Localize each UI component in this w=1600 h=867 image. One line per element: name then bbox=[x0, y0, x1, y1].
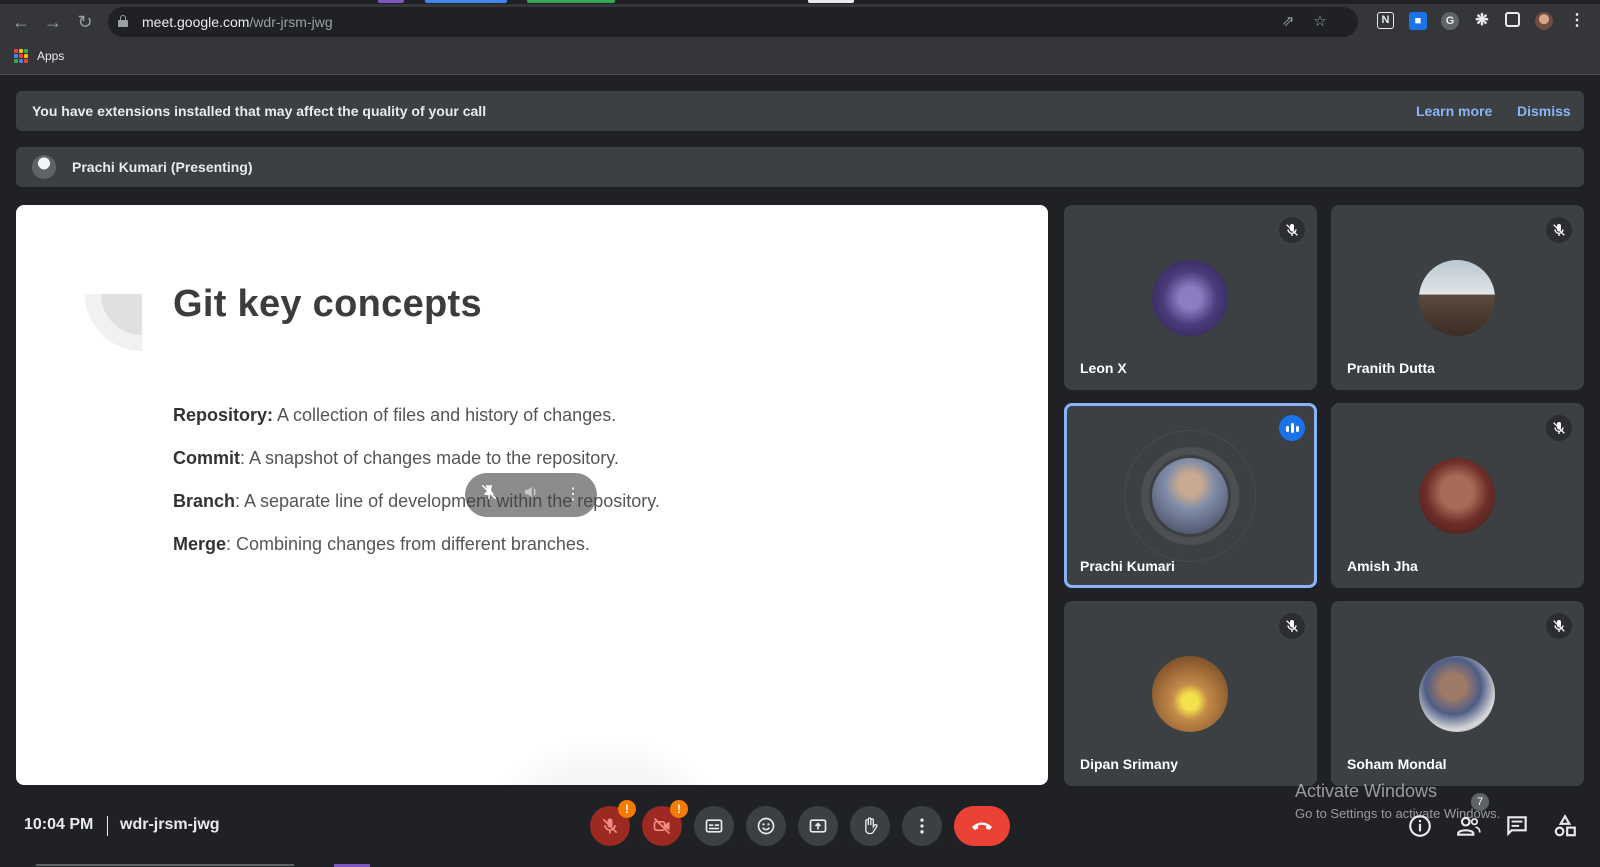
meeting-clock: 10:04 PM bbox=[24, 816, 94, 833]
raise-hand-button[interactable] bbox=[850, 806, 890, 846]
mic-off-icon bbox=[1546, 613, 1572, 639]
lock-icon[interactable] bbox=[118, 15, 128, 27]
slide-bullet: Merge: Combining changes from different … bbox=[173, 534, 590, 554]
watermark-title: Activate Windows bbox=[1295, 781, 1438, 801]
avatar bbox=[1419, 260, 1495, 336]
footer-divider bbox=[107, 816, 108, 836]
captions-button[interactable] bbox=[694, 806, 734, 846]
participant-name: Prachi Kumari bbox=[1080, 558, 1175, 574]
reactions-button[interactable] bbox=[746, 806, 786, 846]
apps-grid-icon[interactable] bbox=[14, 49, 28, 63]
avatar bbox=[1419, 656, 1495, 732]
slide-title: Git key concepts bbox=[173, 283, 482, 325]
end-call-button[interactable] bbox=[954, 806, 1010, 846]
tab-indicator[interactable] bbox=[378, 0, 404, 3]
present-screen-button[interactable] bbox=[798, 806, 838, 846]
slide-bullet: Commit: A snapshot of changes made to th… bbox=[173, 448, 619, 468]
participant-tile[interactable]: Leon X bbox=[1064, 205, 1317, 390]
extensions-puzzle-icon[interactable]: ❋ bbox=[1473, 12, 1491, 30]
watermark-subtitle: Go to Settings to activate Windows. bbox=[1295, 806, 1501, 821]
presenter-avatar bbox=[32, 155, 56, 179]
presenting-label: Prachi Kumari (Presenting) bbox=[72, 159, 253, 175]
avatar bbox=[1152, 656, 1228, 732]
participant-tile-active[interactable]: Prachi Kumari bbox=[1064, 403, 1317, 588]
microphone-toggle-button[interactable]: ! bbox=[590, 800, 636, 846]
camera-warning-badge: ! bbox=[670, 800, 688, 818]
avatar bbox=[1152, 458, 1228, 534]
activities-button[interactable] bbox=[1552, 813, 1578, 839]
banner-message: You have extensions installed that may a… bbox=[32, 103, 487, 119]
mic-off-icon bbox=[1546, 415, 1572, 441]
more-options-icon[interactable]: ⋮ bbox=[561, 483, 585, 507]
meeting-code[interactable]: wdr-jrsm-jwg bbox=[120, 816, 220, 834]
tab-strip bbox=[0, 0, 1600, 4]
url-text[interactable]: meet.google.com/wdr-jrsm-jwg bbox=[142, 14, 333, 30]
presentation-overlay-controls: ⋮ bbox=[465, 473, 597, 517]
mic-warning-badge: ! bbox=[618, 800, 636, 818]
shield-extension-icon[interactable]: ■ bbox=[1409, 12, 1427, 30]
forward-icon[interactable]: → bbox=[41, 10, 65, 34]
pin-off-icon[interactable] bbox=[477, 483, 501, 507]
reload-icon[interactable]: ↻ bbox=[73, 10, 97, 34]
participant-tile[interactable]: Pranith Dutta bbox=[1331, 205, 1584, 390]
participant-tile[interactable]: Soham Mondal bbox=[1331, 601, 1584, 786]
profile-avatar[interactable] bbox=[1535, 12, 1553, 30]
learn-more-link[interactable]: Learn more bbox=[1416, 103, 1492, 119]
dismiss-button[interactable]: Dismiss bbox=[1517, 103, 1571, 119]
mic-off-icon bbox=[1279, 613, 1305, 639]
back-icon[interactable]: ← bbox=[9, 10, 33, 34]
grammar-extension-icon[interactable]: G bbox=[1441, 12, 1459, 30]
shared-screen[interactable]: Git key concepts Repository: A collectio… bbox=[16, 205, 1048, 785]
participant-name: Pranith Dutta bbox=[1347, 360, 1435, 376]
tab-indicator[interactable] bbox=[527, 0, 615, 3]
address-bar[interactable]: meet.google.com/wdr-jrsm-jwg ⇗ ☆ bbox=[108, 7, 1358, 37]
avatar bbox=[1152, 260, 1228, 336]
slide-watermark bbox=[486, 735, 726, 785]
participant-name: Dipan Srimany bbox=[1080, 756, 1179, 772]
slide-decoration bbox=[85, 294, 142, 351]
side-panel-icon[interactable] bbox=[1505, 12, 1520, 27]
participant-name: Leon X bbox=[1080, 360, 1127, 376]
notion-extension-icon[interactable]: N bbox=[1377, 12, 1394, 29]
volume-off-icon[interactable] bbox=[519, 483, 543, 507]
avatar bbox=[1419, 458, 1495, 534]
bookmarks-bar: Apps bbox=[0, 44, 1600, 68]
more-options-button[interactable] bbox=[902, 806, 942, 846]
share-icon[interactable]: ⇗ bbox=[1279, 13, 1297, 31]
chat-button[interactable] bbox=[1504, 813, 1530, 839]
browser-menu-icon[interactable]: ⋮ bbox=[1568, 12, 1586, 30]
participant-tile[interactable]: Amish Jha bbox=[1331, 403, 1584, 588]
activate-windows-watermark: Activate Windows Go to Settings to activ… bbox=[1295, 781, 1500, 821]
mic-off-icon bbox=[1279, 217, 1305, 243]
apps-bookmark[interactable]: Apps bbox=[37, 49, 64, 63]
participant-name: Amish Jha bbox=[1347, 558, 1418, 574]
slide-bullet: Repository: A collection of files and hi… bbox=[173, 405, 617, 425]
mic-off-icon bbox=[1546, 217, 1572, 243]
participant-name: Soham Mondal bbox=[1347, 756, 1447, 772]
extensions-warning-banner: You have extensions installed that may a… bbox=[16, 91, 1584, 131]
tab-indicator[interactable] bbox=[425, 0, 507, 3]
presenting-bar: Prachi Kumari (Presenting) bbox=[16, 147, 1584, 187]
camera-toggle-button[interactable]: ! bbox=[642, 800, 688, 846]
browser-chrome: ← → ↻ meet.google.com/wdr-jrsm-jwg ⇗ ☆ N… bbox=[0, 0, 1600, 75]
speaking-indicator-icon bbox=[1279, 415, 1305, 441]
bookmark-star-icon[interactable]: ☆ bbox=[1311, 13, 1329, 31]
tab-indicator-active[interactable] bbox=[808, 0, 854, 3]
participant-tile[interactable]: Dipan Srimany bbox=[1064, 601, 1317, 786]
